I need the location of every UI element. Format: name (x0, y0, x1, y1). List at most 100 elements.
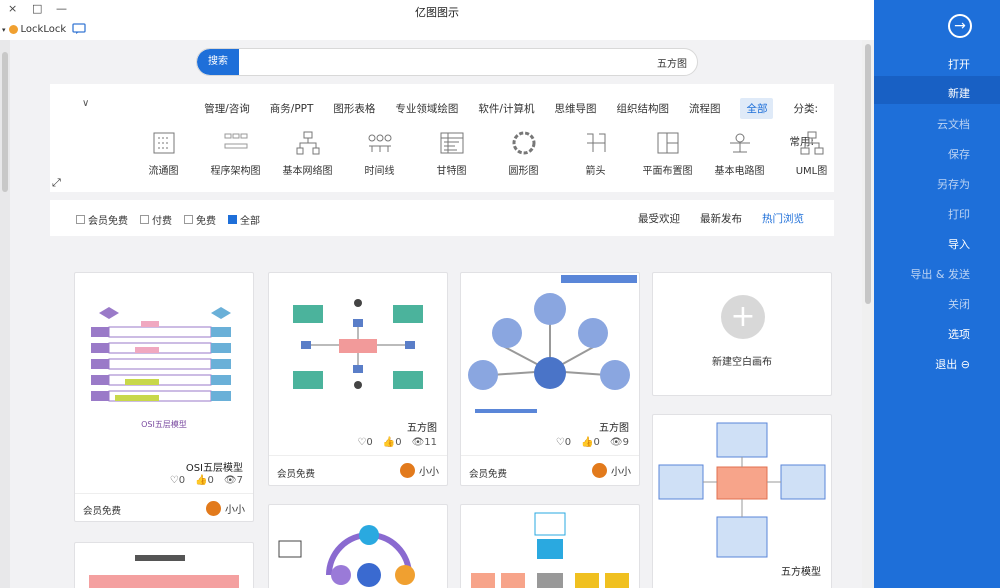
comments-count[interactable]: ♡0 (170, 475, 185, 486)
type-circulation[interactable]: 流通图 (134, 130, 193, 177)
template-card[interactable]: 五方图 👁11 👍0 ♡0 小小 会员免费 (268, 272, 448, 486)
type-circle[interactable]: 圆形图 (494, 130, 553, 177)
menu-exit[interactable]: 退出 ⊖ (935, 356, 970, 372)
menu-new[interactable]: 新建 (948, 85, 970, 101)
minimize-icon[interactable]: — (56, 2, 67, 15)
price-filters: 全部 免费 付费 会员免费 (76, 212, 260, 227)
architecture-icon (224, 133, 247, 149)
common-types: UML图 基本电路图 平面布置图 箭头 圆形图 甘特图 时间线 基本网络图 程序… (134, 130, 841, 177)
template-card[interactable] (268, 504, 448, 588)
arrow-icon (586, 133, 605, 152)
avatar (400, 463, 415, 478)
comments-count[interactable]: ♡0 (357, 437, 372, 448)
sort-newest[interactable]: 最新发布 (700, 211, 742, 226)
category-list: 分类: 全部 流程图 组织结构图 思维导图 软件/计算机 专业领域绘图 图形表格… (204, 98, 818, 119)
template-card[interactable]: 五方模型 (652, 414, 832, 588)
avatar (592, 463, 607, 478)
type-floor-plan[interactable]: 平面布置图 (638, 130, 697, 177)
menu-print[interactable]: 打印 (948, 206, 970, 222)
uml-icon (800, 131, 823, 155)
locklock-button[interactable]: ▾ LockLock (2, 24, 66, 35)
template-card[interactable]: OSI五层模型 OSI五层模型 👁7 👍0 ♡0 小小 会员免费 (74, 272, 254, 522)
menu-save-as[interactable]: 另存为 (937, 176, 970, 192)
template-preview (658, 422, 826, 558)
filter-paid[interactable]: 付费 (140, 212, 172, 227)
category-all[interactable]: 全部 (740, 98, 774, 119)
gantt-icon (440, 132, 463, 154)
maximize-icon[interactable]: □ (32, 2, 42, 15)
scroll-thumb[interactable] (865, 44, 871, 304)
menu-open[interactable]: 打开 (948, 56, 970, 72)
search-button[interactable]: 搜索 (197, 49, 239, 75)
checkbox[interactable] (184, 215, 193, 224)
filter-all[interactable]: 全部 (228, 212, 260, 227)
template-stats: 👁9 👍0 ♡0 (556, 437, 629, 448)
menu-export-send[interactable]: 导出 & 发送 (910, 266, 970, 282)
type-architecture[interactable]: 程序架构图 (206, 130, 265, 177)
left-scroll-thumb[interactable] (2, 52, 8, 192)
author[interactable]: 小小 (592, 463, 631, 478)
template-title: 五方模型 (781, 567, 821, 578)
template-preview (468, 275, 637, 413)
locklock-label: LockLock (20, 24, 67, 35)
new-blank-canvas-card[interactable]: + 新建空白画布 (652, 272, 832, 396)
filter-member-free[interactable]: 会员免费 (76, 212, 128, 227)
likes-count[interactable]: 👍0 (383, 437, 402, 448)
locklock-bar: ▾ LockLock (0, 20, 874, 40)
checkbox[interactable] (140, 215, 149, 224)
category-graphic-table[interactable]: 图形表格 (333, 101, 375, 116)
type-uml[interactable]: UML图 (782, 130, 841, 177)
expand-icon[interactable]: ⤢ (52, 176, 61, 190)
menu-cloud-docs[interactable]: 云文档 (937, 116, 970, 132)
preview-caption: OSI五层模型 (141, 420, 187, 429)
template-gallery: 搜索 ∨ 分类: 全部 流程图 组织结构图 思维导图 软件/计算机 专业领域绘图… (10, 40, 874, 588)
template-card[interactable] (460, 504, 640, 588)
checkbox[interactable] (76, 215, 85, 224)
back-arrow-icon[interactable]: → (948, 14, 972, 38)
template-card[interactable]: 五方图 👁9 👍0 ♡0 小小 会员免费 (460, 272, 640, 486)
category-business-ppt[interactable]: 商务/PPT (270, 101, 314, 116)
sort-popular[interactable]: 热门浏览 (762, 211, 804, 226)
category-software[interactable]: 软件/计算机 (478, 101, 534, 116)
category-professional[interactable]: 专业领域绘图 (395, 101, 458, 116)
chevron-down-icon[interactable]: ∨ (82, 98, 89, 109)
sort-favorite[interactable]: 最受欢迎 (638, 211, 680, 226)
category-management[interactable]: 管理/咨询 (204, 101, 250, 116)
likes-count[interactable]: 👍0 (195, 475, 214, 486)
author[interactable]: 小小 (400, 463, 439, 478)
template-title: OSI五层模型 (185, 463, 243, 474)
close-icon[interactable]: × (8, 2, 17, 15)
main-scrollbar[interactable] (862, 40, 874, 588)
timeline-icon (368, 134, 391, 152)
search-input[interactable] (247, 49, 687, 75)
type-circuit[interactable]: 基本电路图 (710, 130, 769, 177)
title-bar: 亿图图示 × □ — (0, 0, 874, 20)
exit-icon: ⊖ (960, 358, 970, 371)
category-mindmap[interactable]: 思维导图 (554, 101, 596, 116)
type-network[interactable]: 基本网络图 (278, 130, 337, 177)
plus-icon: + (721, 295, 765, 339)
menu-options[interactable]: 选项 (948, 326, 970, 342)
type-timeline[interactable]: 时间线 (350, 130, 409, 177)
type-arrow[interactable]: 箭头 (566, 130, 625, 177)
category-flowchart[interactable]: 流程图 (689, 101, 721, 116)
template-card[interactable] (74, 542, 254, 588)
filter-bar: 热门浏览 最新发布 最受欢迎 全部 免费 付费 会员免费 (50, 200, 834, 236)
menu-import[interactable]: 导入 (948, 236, 970, 252)
type-gantt[interactable]: 甘特图 (422, 130, 481, 177)
comments-count[interactable]: ♡0 (556, 437, 571, 448)
category-label: 分类: (793, 103, 818, 115)
author[interactable]: 小小 (206, 501, 245, 516)
locklock-logo-icon (8, 25, 18, 34)
new-canvas-label: 新建空白画布 (712, 357, 772, 368)
filter-free[interactable]: 免费 (184, 212, 216, 227)
category-org-chart[interactable]: 组织结构图 (616, 101, 669, 116)
member-free-tag: 会员免费 (469, 469, 508, 480)
likes-count[interactable]: 👍0 (581, 437, 600, 448)
search-bar: 搜索 (196, 48, 698, 76)
chat-icon[interactable] (72, 23, 86, 38)
menu-save[interactable]: 保存 (948, 146, 970, 162)
dropdown-arrow-icon: ▾ (2, 25, 6, 34)
menu-close[interactable]: 关闭 (948, 296, 970, 312)
checkbox-checked[interactable] (228, 215, 237, 224)
